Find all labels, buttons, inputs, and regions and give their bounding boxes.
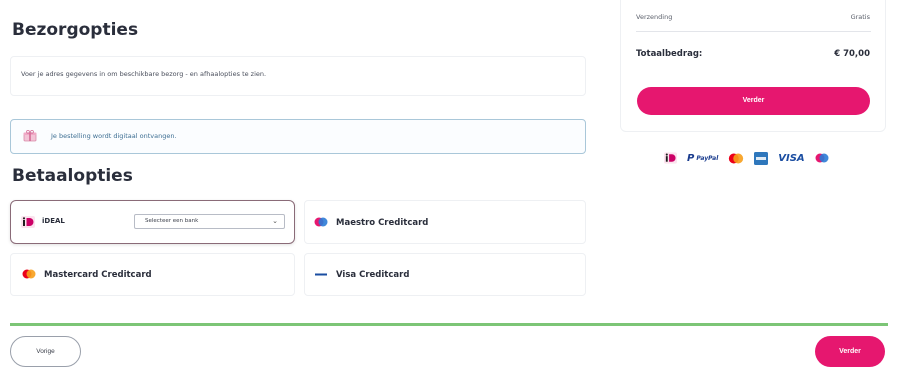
progress-bar [10, 323, 888, 326]
maestro-icon [314, 217, 328, 227]
payment-option-ideal[interactable]: iDEAL Selecteer een bank ⌄ [10, 200, 295, 244]
payment-label-ideal: iDEAL [42, 217, 65, 225]
previous-button[interactable]: Vorige [10, 336, 81, 367]
visa-text: VISA [778, 152, 805, 164]
maestro-icon [815, 153, 829, 163]
payment-option-maestro[interactable]: Maestro Creditcard [304, 200, 586, 244]
next-button[interactable]: Verder [815, 336, 885, 367]
total-value: € 70,00 [834, 49, 870, 59]
shipping-title: Bezorgopties [12, 20, 139, 40]
gift-icon [23, 130, 37, 142]
shipping-cost-value: Gratis [850, 13, 870, 21]
digital-delivery-notice: Je bestelling wordt digitaal ontvangen. [10, 119, 586, 154]
payment-label-visa: Visa Creditcard [336, 270, 410, 280]
amex-icon [754, 151, 769, 165]
delivery-description: Voer je adres gegevens in om beschikbare… [21, 70, 267, 78]
chevron-down-icon: ⌄ [272, 217, 278, 225]
payment-title: Betaalopties [12, 166, 133, 186]
payment-option-mastercard[interactable]: Mastercard Creditcard [10, 253, 295, 296]
payment-label-mastercard: Mastercard Creditcard [44, 270, 152, 280]
payment-logos: P PayPal VISA [664, 150, 829, 166]
ideal-icon [664, 152, 677, 164]
visa-icon [314, 270, 328, 279]
total-label: Totaalbedrag: [636, 49, 703, 59]
payment-option-visa[interactable]: Visa Creditcard [304, 253, 586, 296]
payment-label-maestro: Maestro Creditcard [336, 218, 429, 228]
continue-button[interactable]: Verder [637, 87, 870, 115]
shipping-cost-label: Verzending [636, 13, 673, 21]
delivery-options-box: Voer je adres gegevens in om beschikbare… [10, 56, 586, 96]
paypal-icon: P PayPal [687, 152, 719, 164]
info-message: Je bestelling wordt digitaal ontvangen. [51, 132, 177, 140]
order-summary: Verzending Gratis Totaalbedrag: € 70,00 … [620, 0, 886, 132]
ideal-icon [21, 216, 35, 228]
bank-select-value: Selecteer een bank [145, 218, 199, 224]
mastercard-icon [22, 269, 36, 279]
summary-divider [636, 31, 871, 32]
bank-select[interactable]: Selecteer een bank ⌄ [134, 214, 285, 229]
mastercard-icon [729, 153, 744, 163]
